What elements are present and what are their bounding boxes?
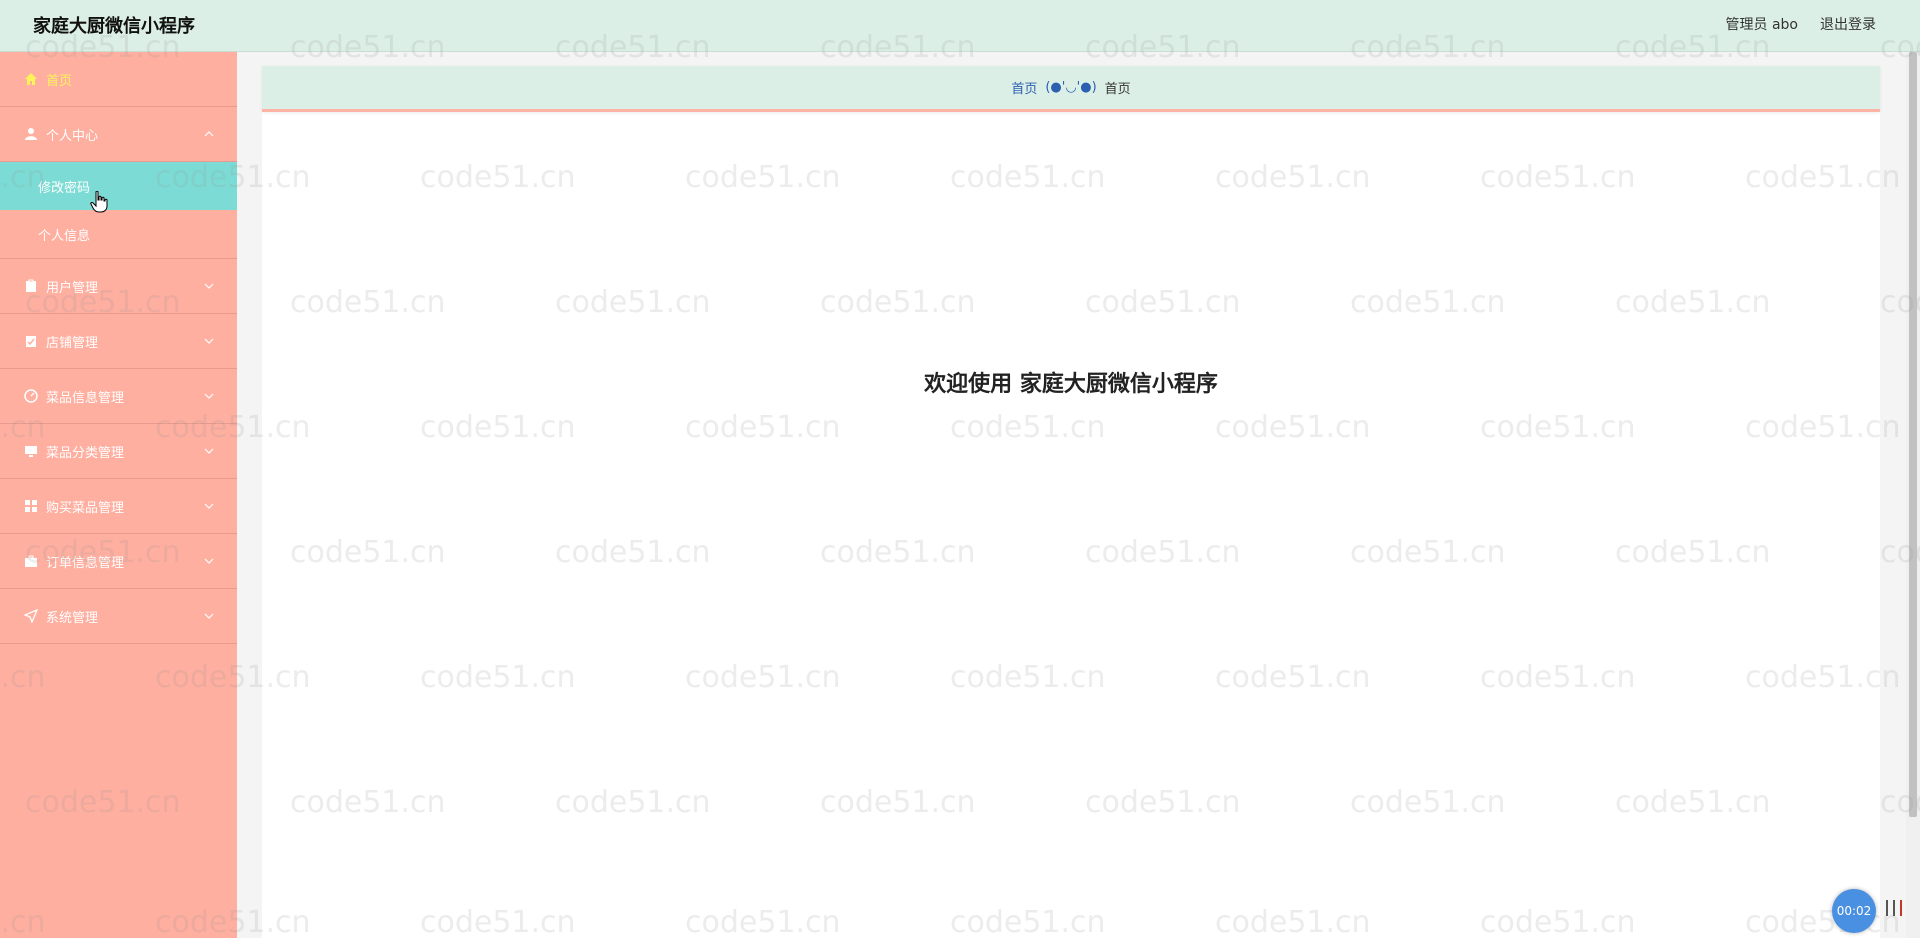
sidebar: 首页 个人中心 修改密码 个人信息 用户管理 店铺管理 菜品信息管理 菜品分类管… [0,52,237,938]
sidebar-subitem-personal-info[interactable]: 个人信息 [0,210,237,258]
chevron-down-icon [204,283,214,289]
sidebar-item-label: 订单信息管理 [46,555,125,571]
breadcrumb-current: 首页 [1104,82,1131,97]
sidebar-item-label: 菜品分类管理 [46,445,125,461]
pause-icon [1886,900,1888,916]
pause-icon [1893,900,1895,916]
top-bar: 家庭大厨微信小程序 管理员 abo 退出登录 [0,0,1920,52]
chevron-down-icon [204,448,214,454]
stop-icon [1900,900,1902,916]
briefcase-icon [24,554,38,568]
user-label[interactable]: 管理员 abo [1726,14,1798,34]
chevron-up-icon [204,131,214,137]
personal-center-submenu: 修改密码 个人信息 [0,162,237,259]
sidebar-item-label: 个人中心 [46,128,99,144]
sidebar-item-label: 购买菜品管理 [46,500,125,516]
sidebar-item-label: 菜品信息管理 [46,390,125,406]
recording-timer[interactable]: 00:02 [1832,889,1876,933]
sidebar-item-user-management[interactable]: 用户管理 [0,259,237,314]
sidebar-item-label: 店铺管理 [46,335,99,351]
dashboard-icon [24,389,38,403]
sidebar-item-personal-center[interactable]: 个人中心 [0,107,237,162]
sidebar-item-order-info-management[interactable]: 订单信息管理 [0,534,237,589]
user-icon [24,127,38,141]
clipboard-check-icon [24,334,38,348]
breadcrumb: 首页 (●'◡'●) 首页 [262,66,1880,112]
sidebar-item-label: 用户管理 [46,280,99,296]
monitor-icon [24,444,38,458]
welcome-heading: 欢迎使用 家庭大厨微信小程序 [924,372,1218,397]
clipboard-icon [24,279,38,293]
home-icon [24,72,38,86]
sidebar-item-system-management[interactable]: 系统管理 [0,589,237,644]
main-area: 首页 (●'◡'●) 首页 欢迎使用 家庭大厨微信小程序 [237,52,1920,938]
chevron-down-icon [204,503,214,509]
logout-button[interactable]: 退出登录 [1820,14,1876,34]
sidebar-item-purchase-dish-management[interactable]: 购买菜品管理 [0,479,237,534]
content-panel: 首页 (●'◡'●) 首页 欢迎使用 家庭大厨微信小程序 [262,66,1880,938]
hand-cursor-icon [90,191,108,213]
grid-icon [24,499,38,513]
chevron-down-icon [204,393,214,399]
breadcrumb-separator: (●'◡'●) [1045,80,1097,95]
sidebar-item-dish-category-management[interactable]: 菜品分类管理 [0,424,237,479]
sidebar-item-label: 首页 [46,73,73,89]
sidebar-item-label: 系统管理 [46,610,99,626]
chevron-down-icon [204,338,214,344]
navigation-icon [24,609,38,623]
chevron-down-icon [204,613,214,619]
scrollbar-thumb[interactable] [1909,52,1917,817]
chevron-down-icon [204,558,214,564]
sidebar-item-home[interactable]: 首页 [0,52,237,107]
app-title: 家庭大厨微信小程序 [33,16,195,37]
recording-controls[interactable] [1886,900,1902,916]
sidebar-item-store-management[interactable]: 店铺管理 [0,314,237,369]
sidebar-subitem-change-password[interactable]: 修改密码 [0,162,237,210]
breadcrumb-home-link[interactable]: 首页 [1011,78,1037,97]
page-scrollbar[interactable] [1906,52,1920,938]
sidebar-item-dish-info-management[interactable]: 菜品信息管理 [0,369,237,424]
top-right-actions: 管理员 abo 退出登录 [1726,14,1876,34]
